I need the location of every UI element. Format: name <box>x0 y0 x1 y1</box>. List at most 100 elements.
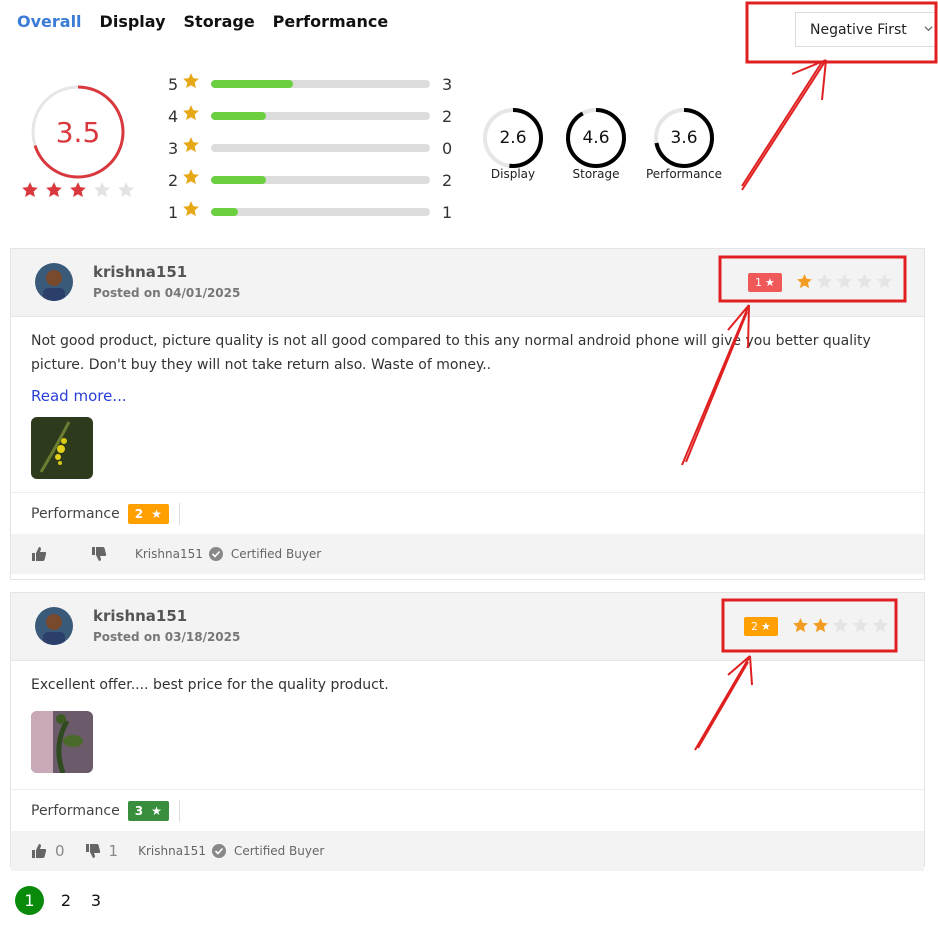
rating-badge: 2 ★ <box>744 617 778 636</box>
review-card: krishna151 Posted on 03/18/2025 2 ★ Exce… <box>10 592 925 871</box>
aspect-rating-value: 2 <box>134 506 144 521</box>
star-icon <box>853 618 868 633</box>
review-text: Excellent offer.... best price for the q… <box>31 677 389 693</box>
distribution-bar <box>211 208 430 216</box>
tab-display[interactable]: Display <box>100 12 166 31</box>
review-stars <box>792 617 889 634</box>
distribution-bar-fill <box>211 112 266 120</box>
aspect-label: Performance <box>645 167 723 181</box>
star-icon <box>183 105 199 120</box>
review-photo[interactable] <box>31 417 93 479</box>
tab-overall[interactable]: Overall <box>17 12 82 31</box>
sort-selected-label: Negative First <box>810 21 907 38</box>
distribution-row: 53 <box>168 68 452 100</box>
distribution-star-label: 2 <box>168 170 179 190</box>
chevron-down-icon <box>924 26 933 32</box>
certified-buyer-label: Certified Buyer <box>230 547 322 561</box>
aspect-rating-label: Performance <box>31 505 120 522</box>
distribution-bar-fill <box>211 176 266 184</box>
star-icon <box>46 182 62 197</box>
star-icon: ★ <box>151 506 162 521</box>
check-circle-icon <box>208 547 223 561</box>
aspect-rating-value: 3 <box>134 803 144 818</box>
review-header: krishna151 Posted on 03/18/2025 2 ★ <box>11 593 924 661</box>
star-icon <box>797 274 812 289</box>
distribution-star-label: 5 <box>168 74 179 94</box>
distribution-count: 3 <box>442 74 453 94</box>
review-header: krishna151 Posted on 04/01/2025 1 ★ <box>11 249 924 317</box>
dislike-count: 1 <box>108 842 119 860</box>
aspect-label: Storage <box>572 167 620 181</box>
aspect-performance: 3.6 Performance <box>639 107 729 181</box>
review-photo[interactable] <box>31 711 93 773</box>
star-icon <box>837 274 852 289</box>
review-date: Posted on 03/18/2025 <box>93 630 241 644</box>
page-button-3[interactable]: 3 <box>88 886 104 915</box>
distribution-bar <box>211 144 430 152</box>
star-icon <box>873 618 888 633</box>
aspect-rating-badge: 3 ★ <box>127 800 169 821</box>
distribution-star-label: 1 <box>168 202 179 222</box>
divider <box>178 502 180 525</box>
review-card: krishna151 Posted on 04/01/2025 1 ★ Not … <box>10 248 925 580</box>
aspect-rating-badge: 2 ★ <box>127 503 169 524</box>
review-footer: Krishna151 Certified Buyer <box>11 534 924 574</box>
distribution-bar-fill <box>211 208 239 216</box>
aspect-storage: 4.6 Storage <box>551 107 641 181</box>
star-icon <box>183 73 199 88</box>
page-button-1[interactable]: 1 <box>15 886 44 915</box>
thumbs-down-icon[interactable] <box>85 843 101 859</box>
distribution-bar <box>211 176 430 184</box>
aspect-value: 2.6 <box>499 128 527 148</box>
rating-badge-value: 2 <box>751 620 758 633</box>
overall-rating-stars <box>21 181 135 199</box>
review-text: Not good product, picture quality is not… <box>31 333 871 373</box>
read-more-link[interactable]: Read more... <box>31 387 904 405</box>
annotation-arrow-sort <box>741 59 827 191</box>
thumbs-up-icon[interactable] <box>31 546 47 562</box>
buyer-name: Krishna151 <box>135 547 203 561</box>
like-count: 0 <box>55 842 65 860</box>
review-stars <box>796 273 893 290</box>
tab-performance[interactable]: Performance <box>273 12 389 31</box>
star-icon <box>857 274 872 289</box>
star-icon <box>817 274 832 289</box>
star-icon <box>813 618 828 633</box>
star-icon <box>833 618 848 633</box>
rating-badge-value: 1 <box>755 276 762 289</box>
aspect-rating-row: Performance 2 ★ <box>11 492 924 534</box>
buyer-name: Krishna151 <box>138 844 206 858</box>
distribution-count: 1 <box>442 202 453 222</box>
aspect-value: 4.6 <box>582 128 610 148</box>
tab-storage[interactable]: Storage <box>184 12 255 31</box>
star-icon <box>877 274 892 289</box>
star-icon <box>793 618 808 633</box>
page-button-2[interactable]: 2 <box>58 886 74 915</box>
star-icon <box>22 182 38 197</box>
star-icon <box>183 169 199 184</box>
distribution-count: 2 <box>442 106 453 126</box>
star-icon <box>183 137 199 152</box>
thumbs-up-icon[interactable] <box>31 843 47 859</box>
overall-rating-circle: 3.5 <box>28 82 128 182</box>
distribution-bar <box>211 80 430 88</box>
star-icon: ★ <box>765 276 775 289</box>
distribution-bar <box>211 112 430 120</box>
aspect-value: 3.6 <box>670 128 698 148</box>
star-icon <box>118 182 134 197</box>
star-icon: ★ <box>761 620 771 633</box>
thumbs-down-icon[interactable] <box>91 546 107 562</box>
sort-dropdown[interactable]: Negative First <box>795 12 937 47</box>
certified-buyer-label: Certified Buyer <box>233 844 325 858</box>
overall-rating-value: 3.5 <box>55 115 101 149</box>
distribution-row: 30 <box>168 132 452 164</box>
distribution-row: 22 <box>168 164 452 196</box>
review-username: krishna151 <box>93 607 188 625</box>
distribution-row: 42 <box>168 100 452 132</box>
distribution-star-label: 3 <box>168 138 179 158</box>
aspect-display: 2.6 Display <box>468 107 558 181</box>
avatar <box>35 263 73 301</box>
review-username: krishna151 <box>93 263 188 281</box>
star-icon <box>183 201 199 216</box>
aspect-rating-label: Performance <box>31 802 120 819</box>
